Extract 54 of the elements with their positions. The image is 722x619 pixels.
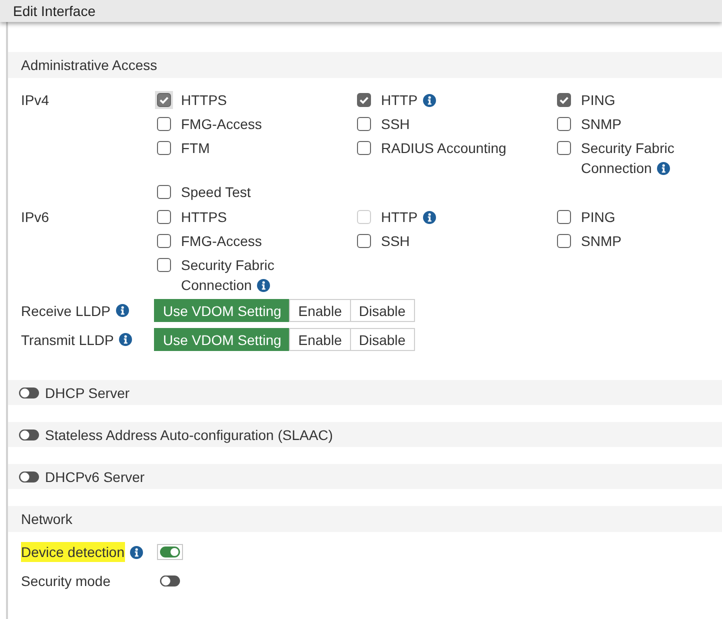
- field-label: IPv6: [21, 208, 50, 227]
- checkbox[interactable]: [557, 210, 571, 224]
- checkbox[interactable]: [157, 117, 171, 131]
- option-label: PING: [581, 92, 616, 108]
- field-label: Device detection: [21, 542, 125, 562]
- checkbox[interactable]: [157, 234, 171, 248]
- option-label: FMG-Access: [181, 116, 262, 132]
- checkbox[interactable]: [157, 210, 171, 224]
- checkbox[interactable]: [357, 93, 371, 107]
- option-label: SNMP: [581, 116, 622, 132]
- toggle-switch[interactable]: [19, 470, 39, 482]
- option-label: SSH: [381, 233, 410, 249]
- checkbox[interactable]: [157, 258, 171, 272]
- toggle-switch[interactable]: [157, 544, 183, 560]
- field-label: IPv4: [21, 91, 50, 110]
- checkbox[interactable]: [357, 234, 371, 248]
- section-title: DHCP Server: [45, 384, 130, 400]
- option-label: HTTP: [381, 209, 418, 225]
- checkbox[interactable]: [557, 234, 571, 248]
- option-label: Security Fabric Connection: [581, 140, 674, 176]
- option-label: HTTPS: [181, 92, 227, 108]
- checkbox[interactable]: [157, 185, 171, 199]
- checkbox[interactable]: [557, 141, 571, 155]
- option-label: SSH: [381, 116, 410, 132]
- option-label: PING: [581, 209, 616, 225]
- option-label: FTM: [181, 140, 210, 156]
- option-label: RADIUS Accounting: [381, 140, 506, 156]
- checkbox[interactable]: [357, 117, 371, 131]
- section-header: Administrative Access: [8, 52, 722, 78]
- section-title: DHCPv6 Server: [45, 468, 145, 484]
- checkbox[interactable]: [357, 141, 371, 155]
- segment-button[interactable]: Disable: [350, 299, 415, 322]
- toggle-switch[interactable]: [19, 428, 39, 440]
- option-label: HTTPS: [181, 209, 227, 225]
- segment-button[interactable]: Use VDOM Setting: [154, 328, 290, 351]
- section-title: Stateless Address Auto-configuration (SLAAC): [45, 426, 333, 442]
- checkbox[interactable]: [557, 117, 571, 131]
- segment-button[interactable]: Use VDOM Setting: [154, 299, 290, 322]
- checkbox[interactable]: [557, 93, 571, 107]
- segment-button[interactable]: Enable: [289, 328, 351, 351]
- field-label: Security mode: [21, 572, 110, 591]
- field-label: Transmit LLDP: [21, 332, 114, 348]
- checkbox[interactable]: [157, 141, 171, 155]
- segment-button[interactable]: Disable: [350, 328, 415, 351]
- segment-button[interactable]: Enable: [289, 299, 351, 322]
- option-label: Speed Test: [181, 184, 251, 200]
- option-label: FMG-Access: [181, 233, 262, 249]
- window-title: Edit Interface: [13, 2, 96, 21]
- option-label: Security Fabric Connection: [181, 257, 274, 293]
- option-label: HTTP: [381, 92, 418, 108]
- field-label: Receive LLDP: [21, 302, 110, 318]
- option-label: SNMP: [581, 233, 622, 249]
- section-header: Network: [8, 506, 722, 532]
- toggle-switch[interactable]: [19, 386, 39, 398]
